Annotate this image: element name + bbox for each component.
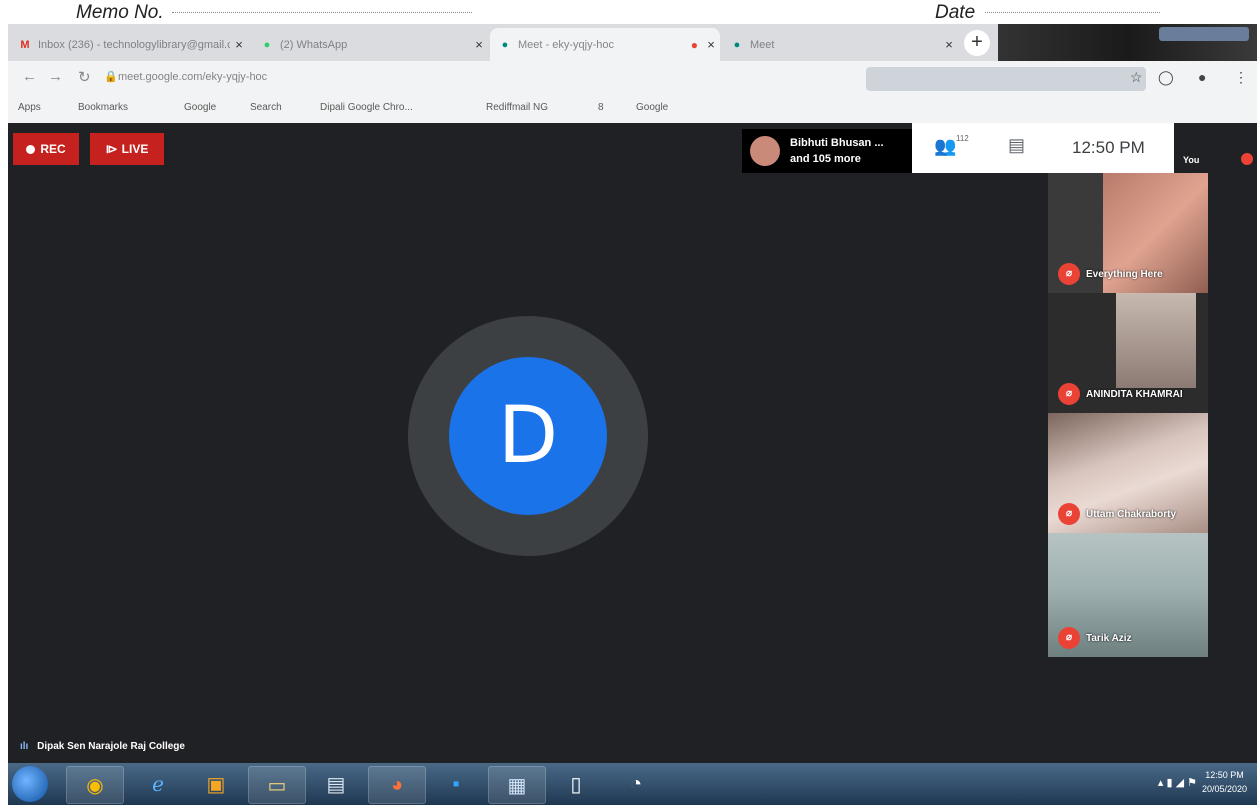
new-tab-button[interactable]: +: [964, 30, 990, 56]
star-icon[interactable]: ☆: [1130, 69, 1143, 86]
rec-label: REC: [40, 142, 66, 156]
taskbar-time: 12:50 PM: [1205, 770, 1244, 780]
bookmark-bookmarks[interactable]: Bookmarks: [78, 102, 128, 113]
media-player-icon[interactable]: ▣: [188, 766, 244, 802]
mic-muted-icon: ⌀: [1058, 383, 1080, 405]
tab-title: Inbox (236) - technologylibrary@gmail.co…: [38, 38, 230, 51]
chrome-icon[interactable]: ◉: [66, 766, 124, 804]
bookmark-search[interactable]: Search: [250, 102, 282, 113]
participant-name: ANINDITA KHAMRAI: [1086, 389, 1183, 400]
mic-muted-icon: ⌀: [1058, 263, 1080, 285]
taskbar-date: 20/05/2020: [1201, 784, 1247, 794]
top-controls: 👥 112 ▤ 12:50 PM: [912, 123, 1174, 173]
people-icon[interactable]: 👥: [934, 136, 956, 157]
participant-tile[interactable]: ⌀ Tarik Aziz: [1048, 533, 1208, 657]
url-input[interactable]: meet.google.com/eky-yqjy-hoc: [118, 71, 267, 83]
back-icon[interactable]: ←: [22, 68, 37, 85]
participant-tile[interactable]: ⌀ ANINDITA KHAMRAI: [1048, 293, 1208, 413]
photoshop-icon[interactable]: ▪: [428, 766, 484, 802]
firefox-icon[interactable]: ◕: [368, 766, 426, 804]
tab-whatsapp[interactable]: ● (2) WhatsApp ×: [252, 28, 488, 61]
menu-icon[interactable]: ⋮: [1234, 69, 1248, 86]
rec-badge[interactable]: REC: [13, 133, 79, 165]
sound-wave-icon: ılı: [20, 741, 29, 752]
active-speaker: ılı Dipak Sen Narajole Raj College: [20, 741, 185, 752]
record-dot-icon: [26, 144, 36, 154]
participant-count: 112: [956, 134, 969, 143]
recording-dot-icon: ●: [690, 37, 698, 52]
tab-title: (2) WhatsApp: [280, 38, 348, 51]
bookmark-dipali[interactable]: Dipali Google Chro...: [320, 102, 413, 113]
meeting-clock: 12:50 PM: [1072, 138, 1145, 157]
extension-icon[interactable]: ◯: [1158, 69, 1174, 86]
participant-tile[interactable]: ⌀ Uttam Chakraborty: [1048, 413, 1208, 533]
documents-icon[interactable]: ▯: [548, 766, 604, 802]
close-icon[interactable]: ×: [470, 37, 488, 52]
internet-explorer-icon[interactable]: ℯ: [130, 766, 186, 802]
live-badge[interactable]: ⧐ LIVE: [90, 133, 164, 165]
main-avatar: D: [449, 357, 607, 515]
system-tray-icons[interactable]: ▴ ▮ ◢ ⚑: [1158, 776, 1197, 789]
meet-icon: ●: [501, 38, 509, 51]
presenter-name: Bibhuti Bhusan ...: [790, 137, 884, 149]
date-label: Date: [935, 2, 976, 23]
bookmark-google[interactable]: Google: [184, 102, 216, 113]
participant-name: Uttam Chakraborty: [1086, 509, 1177, 520]
mic-muted-icon: ⌀: [1058, 627, 1080, 649]
close-icon[interactable]: ×: [230, 37, 248, 52]
close-icon[interactable]: ×: [940, 37, 958, 52]
tab-meet[interactable]: ● Meet ×: [722, 28, 958, 61]
mic-muted-icon: ⌀: [1058, 503, 1080, 525]
meet-icon: ●: [733, 38, 741, 51]
mic-muted-icon: [1241, 153, 1253, 165]
address-bar: ← → ↻ 🔒 meet.google.com/eky-yqjy-hoc ☆ ◯…: [8, 61, 1257, 95]
active-speaker-name: Dipak Sen Narajole Raj College: [37, 741, 185, 752]
browser-tab-bar: M Inbox (236) - technologylibrary@gmail.…: [8, 24, 1257, 61]
presenter-more: and 105 more: [790, 153, 861, 165]
self-label: You: [1183, 155, 1200, 165]
start-button[interactable]: [12, 766, 48, 802]
bookmark-google-2[interactable]: Google: [636, 102, 668, 113]
chat-icon[interactable]: ▤: [1008, 135, 1025, 156]
participant-name: Tarik Aziz: [1086, 633, 1132, 644]
lock-icon: 🔒: [104, 71, 118, 83]
tab-gmail[interactable]: M Inbox (236) - technologylibrary@gmail.…: [10, 28, 248, 61]
tab-title: Meet: [750, 38, 775, 51]
live-label: LIVE: [121, 142, 149, 156]
extension-area: [866, 67, 1146, 91]
taskbar-clock[interactable]: 12:50 PM 20/05/2020: [1202, 768, 1247, 796]
taskbar: ◉ ℯ ▣ ▭ ▤ ◕ ▪ ▦ ▯ ◔ ▴ ▮ ◢ ⚑ 12:50 PM 20/…: [8, 763, 1257, 805]
live-icon: ⧐: [105, 142, 118, 156]
bookmarks-bar: Apps Bookmarks Google Search Dipali Goog…: [8, 95, 1257, 124]
bookmark-8[interactable]: 8: [598, 102, 604, 113]
window-buttons[interactable]: [1159, 27, 1249, 41]
whatsapp-icon: ●: [263, 38, 271, 51]
speedometer-icon[interactable]: ◔: [608, 766, 664, 802]
reload-icon[interactable]: ↻: [78, 68, 91, 86]
forward-icon[interactable]: →: [48, 68, 63, 85]
tab-title: Meet - eky-yqjy-hoc: [518, 38, 614, 51]
tab-meet-active[interactable]: ● Meet - eky-yqjy-hoc ● ×: [490, 28, 720, 61]
word-icon[interactable]: ▦: [488, 766, 546, 804]
profile-icon[interactable]: ●: [1198, 69, 1206, 85]
memo-label: Memo No.: [76, 2, 164, 23]
bookmark-apps[interactable]: Apps: [18, 102, 41, 113]
participant-tile[interactable]: ⌀ Everything Here: [1048, 173, 1208, 293]
file-explorer-icon[interactable]: ▭: [248, 766, 306, 804]
avatar: [750, 136, 780, 166]
window-controls: [998, 24, 1257, 61]
gmail-icon: M: [20, 38, 30, 51]
meet-stage: REC ⧐ LIVE Bibhuti Bhusan ... and 105 mo…: [8, 123, 1257, 763]
paper-header: Memo No. Date: [0, 0, 1257, 24]
notepad-icon[interactable]: ▤: [308, 766, 364, 802]
participants-preview[interactable]: Bibhuti Bhusan ... and 105 more: [742, 129, 914, 173]
participant-name: Everything Here: [1086, 269, 1163, 280]
close-icon[interactable]: ×: [702, 37, 720, 52]
bookmark-rediffmail[interactable]: Rediffmail NG: [486, 102, 548, 113]
video-feed: [1116, 293, 1196, 388]
date-dotted-line: [985, 12, 1160, 13]
memo-dotted-line: [172, 12, 472, 13]
